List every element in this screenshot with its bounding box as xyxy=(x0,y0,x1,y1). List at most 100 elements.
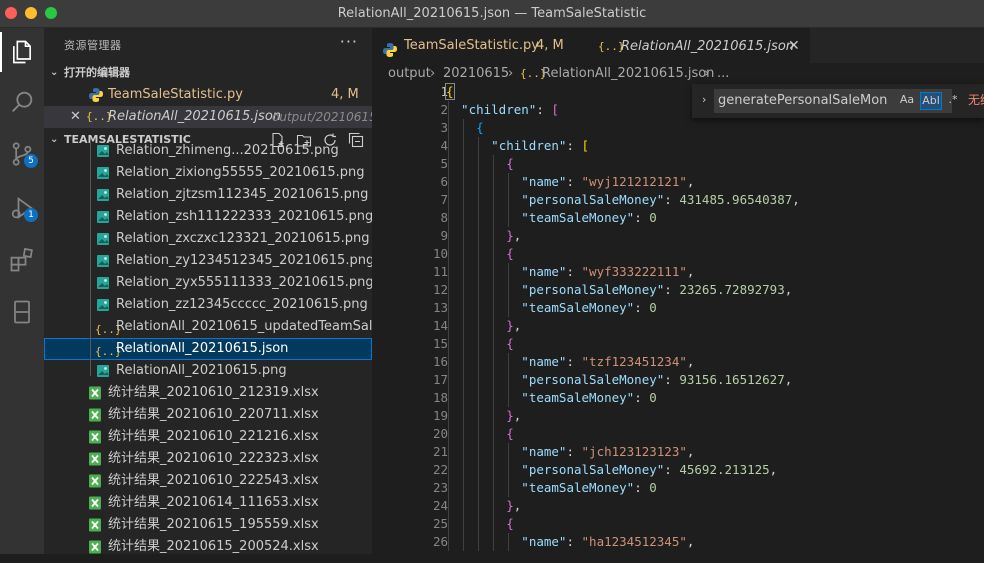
tab-relationall-json[interactable]: {..} RelationAll_20210615.json ✕ xyxy=(590,28,810,64)
file-tree-item[interactable]: Relation_zyx555111333_20210615.png xyxy=(44,272,372,294)
open-editors-label: 打开的编辑器 xyxy=(64,66,130,79)
open-editor-item[interactable]: TeamSaleStatistic.py 4, M xyxy=(44,84,372,106)
code-line: "personalSaleMoney": 23265.72892793, xyxy=(521,282,793,297)
code-line: { xyxy=(445,83,455,100)
file-name: Relation_zy1234512345_20210615.png xyxy=(116,253,372,268)
file-tree-item[interactable]: Relation_zsh111222333_20210615.png xyxy=(44,206,372,228)
excel-icon xyxy=(87,495,103,511)
more-actions-button[interactable]: ··· xyxy=(340,32,358,51)
line-number: 25 xyxy=(432,516,448,531)
indent-guide xyxy=(448,317,449,335)
file-name: Relation_zjtzsm112345_20210615.png xyxy=(116,187,369,202)
indent-guide xyxy=(493,335,495,353)
code-line: "personalSaleMoney": 431485.96540387, xyxy=(521,192,800,207)
chevron-right-icon[interactable]: › xyxy=(702,93,706,106)
indent-guide xyxy=(508,191,510,209)
file-tree-item[interactable]: Relation_zy1234512345_20210615.png xyxy=(44,250,372,272)
open-editors-header[interactable]: ⌄ 打开的编辑器 xyxy=(44,62,372,84)
code-line: { xyxy=(476,120,484,135)
indent-guide xyxy=(448,191,449,209)
indent-guide xyxy=(478,389,480,407)
whole-word-toggle[interactable]: Abl xyxy=(920,92,942,110)
indent-guide xyxy=(463,461,465,479)
indent-guide xyxy=(508,533,510,551)
file-tree-item[interactable]: {..} RelationAll_20210615.json xyxy=(44,338,372,360)
file-name: RelationAll_20210615.json xyxy=(116,341,289,356)
image-icon xyxy=(95,209,111,225)
file-tree-item[interactable]: Relation_zjtzsm112345_20210615.png xyxy=(44,184,372,206)
indent-guide xyxy=(493,407,495,425)
tab-teamsalestatistic-py[interactable]: TeamSaleStatistic.py 4, M xyxy=(372,28,590,63)
file-tree-item[interactable]: Relation_zixiong55555_20210615.png xyxy=(44,162,372,184)
file-tree-item[interactable]: 统计结果_20210614_111653.xlsx xyxy=(44,492,372,514)
source-control-icon[interactable]: 5 xyxy=(6,138,38,170)
file-tree-item[interactable]: Relation_zhimeng...20210615.png xyxy=(44,140,372,162)
indent-guide xyxy=(448,155,449,173)
file-name: RelationAll_20210615.png xyxy=(116,363,287,378)
indent-guide xyxy=(448,389,449,407)
indent-guide xyxy=(478,209,480,227)
regex-toggle[interactable]: .* xyxy=(944,92,962,108)
file-tree-item[interactable]: Relation_zxczxc123321_20210615.png xyxy=(44,228,372,250)
search-icon[interactable] xyxy=(6,86,38,118)
file-tree-item[interactable]: 统计结果_20210610_221216.xlsx xyxy=(44,426,372,448)
line-number: 4 xyxy=(440,138,448,153)
breadcrumb-item[interactable]: 20210615 xyxy=(443,63,509,85)
indent-guide xyxy=(463,443,465,461)
indent-guide xyxy=(448,425,449,443)
breadcrumb-item[interactable]: RelationAll_20210615.json xyxy=(542,63,714,85)
indent-guide xyxy=(448,101,449,119)
excel-icon xyxy=(87,385,103,401)
indent-guide xyxy=(448,443,449,461)
line-number: 5 xyxy=(440,156,448,171)
code-line: "name": "ha1234512345", xyxy=(521,534,695,549)
indent-guide xyxy=(463,317,465,335)
indent-guide xyxy=(448,497,449,515)
indent-guide xyxy=(463,155,465,173)
code-line: }, xyxy=(506,408,522,423)
code-line: { xyxy=(506,156,514,171)
line-number: 12 xyxy=(432,282,448,297)
file-name: 统计结果_20210614_111653.xlsx xyxy=(108,495,319,510)
indent-guide xyxy=(463,353,465,371)
indent-guide xyxy=(448,227,449,245)
code-line: "children": [ xyxy=(461,102,559,117)
match-case-toggle[interactable]: Aa xyxy=(896,92,918,108)
code-editor[interactable]: 1{2 "children": [3{4 "children": [5{6 "name… xyxy=(372,83,984,563)
file-tree-item[interactable]: {..} RelationAll_20210615_updatedTeamSal.… xyxy=(44,316,372,338)
line-number: 11 xyxy=(432,264,448,279)
indent-guide xyxy=(493,281,495,299)
open-editor-item[interactable]: ✕ {..} RelationAll_20210615.json output/… xyxy=(44,106,372,128)
remote-explorer-icon[interactable] xyxy=(6,296,38,328)
line-number: 14 xyxy=(432,318,448,333)
python-icon xyxy=(88,87,104,103)
indent-guide xyxy=(463,137,465,155)
breadcrumb-item[interactable]: ... xyxy=(717,63,729,85)
indent-guide xyxy=(448,533,449,551)
indent-guide xyxy=(508,461,510,479)
code-line: { xyxy=(506,516,514,531)
file-tree-item[interactable]: RelationAll_20210615.png xyxy=(44,360,372,382)
close-icon[interactable]: ✕ xyxy=(788,29,800,64)
indent-guide xyxy=(508,173,510,191)
line-number: 8 xyxy=(440,210,448,225)
extensions-icon[interactable] xyxy=(6,244,38,276)
file-tree-item[interactable]: 统计结果_20210610_222323.xlsx xyxy=(44,448,372,470)
file-tree-item[interactable]: 统计结果_20210610_222543.xlsx xyxy=(44,470,372,492)
breadcrumb: output › 20210615 › {..} RelationAll_202… xyxy=(372,63,984,85)
indent-guide xyxy=(463,407,465,425)
file-tree-item[interactable]: 统计结果_20210610_220711.xlsx xyxy=(44,404,372,426)
code-line: "name": "jch123123123", xyxy=(521,444,695,459)
file-tree-item[interactable]: 统计结果_20210615_200524.xlsx xyxy=(44,536,372,554)
indent-guide xyxy=(493,497,495,515)
excel-icon xyxy=(87,451,103,467)
file-tree-item[interactable]: Relation_zz12345ccccc_20210615.png xyxy=(44,294,372,316)
close-icon[interactable]: ✕ xyxy=(70,106,81,128)
find-widget: › generatePersonalSaleMon Aa Abl .* 无结果 xyxy=(692,84,984,118)
indent-guide xyxy=(463,119,465,137)
file-tree-item[interactable]: 统计结果_20210610_212319.xlsx xyxy=(44,382,372,404)
file-tree-item[interactable]: 统计结果_20210615_195559.xlsx xyxy=(44,514,372,536)
run-debug-icon[interactable]: 1 xyxy=(6,192,38,224)
breadcrumb-item[interactable]: output xyxy=(388,63,431,85)
explorer-icon[interactable] xyxy=(0,32,38,72)
